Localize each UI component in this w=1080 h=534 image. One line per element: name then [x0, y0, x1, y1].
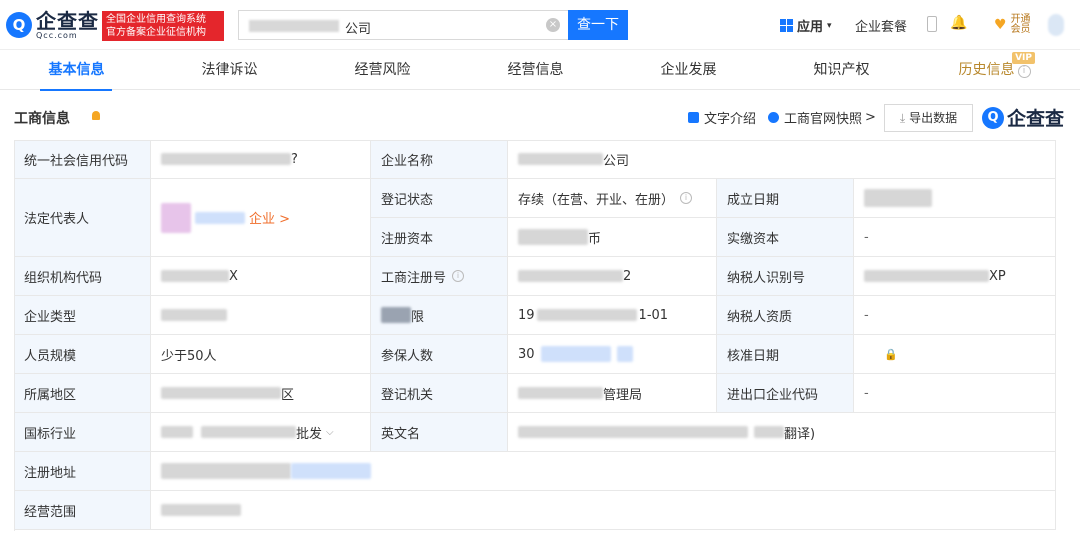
tab-business-risk[interactable]: 经营风险	[306, 50, 459, 90]
download-icon: ⤓	[899, 111, 906, 125]
label-org-code: 组织机构代码	[14, 257, 151, 296]
search-input[interactable]: 公司 ×	[238, 10, 568, 40]
top-header: Q 企查查 Qcc.com 全国企业信用查询系统 官方备案企业征信机构 公司 ×…	[0, 0, 1080, 50]
logo-mark-icon: Q	[982, 106, 1004, 129]
vip-badge: VIP	[1012, 52, 1035, 64]
label-reg-address: 注册地址	[14, 452, 151, 491]
export-button[interactable]: ⤓ 导出数据	[884, 104, 973, 132]
tab-litigation[interactable]: 法律诉讼	[153, 50, 306, 90]
label-reg-status: 登记状态	[371, 179, 508, 218]
label-staff-size: 人员规模	[14, 335, 151, 374]
chevron-down-icon[interactable]: ⌵	[326, 427, 334, 438]
text-intro-link[interactable]: 文字介绍	[688, 108, 756, 127]
label-credit-code: 统一社会信用代码	[14, 140, 151, 179]
tab-business-info[interactable]: 经营信息	[459, 50, 612, 90]
value-staff-size: 少于50人	[151, 335, 371, 374]
label-paid-capital: 实缴资本	[717, 218, 854, 257]
bell-icon[interactable]: 🔔	[950, 15, 967, 31]
avatar	[161, 202, 191, 233]
label-scope: 经营范围	[14, 491, 151, 530]
label-reg-authority: 登记机关	[371, 374, 508, 413]
camera-icon	[768, 112, 779, 123]
value-established	[854, 179, 1056, 218]
business-info-table: 统一社会信用代码 ? 企业名称 公司 法定代表人 企业 > 登记状态 存续（在营…	[14, 140, 1056, 530]
search-redacted	[249, 20, 339, 32]
value-scope	[151, 491, 1056, 530]
value-region: 区	[151, 374, 371, 413]
value-industry[interactable]: 批发 ⌵	[151, 413, 371, 452]
value-insured[interactable]: 30	[508, 335, 717, 374]
value-taxpayer-qual: -	[854, 296, 1056, 335]
label-ie-code: 进出口企业代码	[717, 374, 854, 413]
value-paid-capital: -	[854, 218, 1056, 257]
label-reg-capital: 注册资本	[371, 218, 508, 257]
value-approval-date[interactable]: 🔒	[854, 335, 1056, 374]
main-tabs: 基本信息 法律诉讼 经营风险 经营信息 企业发展 知识产权 VIP 历史信息 i	[0, 50, 1080, 91]
mobile-icon[interactable]	[927, 16, 937, 32]
label-insured: 参保人数	[371, 335, 508, 374]
logo-name: 企查查	[36, 8, 99, 33]
app-menu[interactable]: 应用 ▾	[780, 16, 832, 35]
value-tax-id[interactable]: XP	[854, 257, 1056, 296]
related-companies-link[interactable]: 企业 >	[249, 208, 290, 227]
label-established: 成立日期	[717, 179, 854, 218]
value-company-name: 公司	[508, 140, 1056, 179]
tab-development[interactable]: 企业发展	[612, 50, 765, 90]
label-company-type: 企业类型	[14, 296, 151, 335]
tab-ip[interactable]: 知识产权	[765, 50, 918, 90]
value-company-type	[151, 296, 371, 335]
section-title: 工商信息	[14, 111, 70, 127]
label-region: 所属地区	[14, 374, 151, 413]
value-org-code[interactable]: X	[151, 257, 371, 296]
value-credit-code[interactable]: ?	[151, 140, 371, 179]
label-english-name: 英文名	[371, 413, 508, 452]
label-business-term: 限	[371, 296, 508, 335]
clear-icon[interactable]: ×	[546, 18, 560, 32]
open-vip-button[interactable]: ♥ 开通 会员	[994, 14, 1031, 36]
info-icon[interactable]: i	[1017, 65, 1031, 78]
value-reg-authority: 管理局	[508, 374, 717, 413]
label-approval-date: 核准日期	[717, 335, 854, 374]
label-company-name: 企业名称	[371, 140, 508, 179]
label-legal-rep: 法定代表人	[14, 179, 151, 257]
value-business-term: 19 1-01	[508, 296, 717, 335]
label-reg-number: 工商注册号 i	[371, 257, 508, 296]
vip-heart-icon: ♥	[994, 17, 1007, 33]
search-button[interactable]: 查一下	[568, 10, 628, 40]
grid-icon	[780, 19, 793, 32]
value-reg-number[interactable]: 2	[508, 257, 717, 296]
gov-certification-badge: 全国企业信用查询系统 官方备案企业征信机构	[102, 11, 224, 41]
label-tax-id: 纳税人识别号	[717, 257, 854, 296]
lock-icon: 🔒	[884, 347, 898, 361]
label-industry: 国标行业	[14, 413, 151, 452]
value-reg-status: 存续（在营、开业、在册） i	[508, 179, 717, 218]
avatar[interactable]	[1048, 14, 1064, 36]
info-icon[interactable]: i	[452, 270, 465, 282]
value-ie-code: -	[854, 374, 1056, 413]
label-taxpayer-qual: 纳税人资质	[717, 296, 854, 335]
value-reg-capital: 币	[508, 218, 717, 257]
value-legal-rep[interactable]: 企业 >	[151, 179, 371, 257]
document-icon	[688, 112, 699, 123]
brand-watermark: Q 企查查	[982, 104, 1064, 131]
qcc-logo[interactable]: Q 企查查 Qcc.com	[6, 10, 99, 40]
tab-basic-info[interactable]: 基本信息	[0, 50, 153, 91]
tab-history[interactable]: VIP 历史信息 i	[918, 50, 1071, 90]
bell-icon[interactable]	[92, 111, 100, 120]
value-english-name: 翻译)	[508, 413, 1056, 452]
suite-link[interactable]: 企业套餐	[855, 16, 907, 35]
logo-mark-icon: Q	[6, 12, 32, 38]
caret-down-icon: ▾	[827, 20, 832, 31]
value-reg-address[interactable]	[151, 452, 1056, 491]
section-header: 工商信息 文字介绍 工商官网快照 > ⤓ 导出数据 Q 企查查	[0, 95, 1080, 137]
search-value: 公司	[345, 22, 372, 37]
logo-domain: Qcc.com	[36, 30, 78, 40]
info-icon[interactable]: i	[680, 192, 693, 204]
official-snapshot-link[interactable]: 工商官网快照 >	[768, 108, 876, 127]
